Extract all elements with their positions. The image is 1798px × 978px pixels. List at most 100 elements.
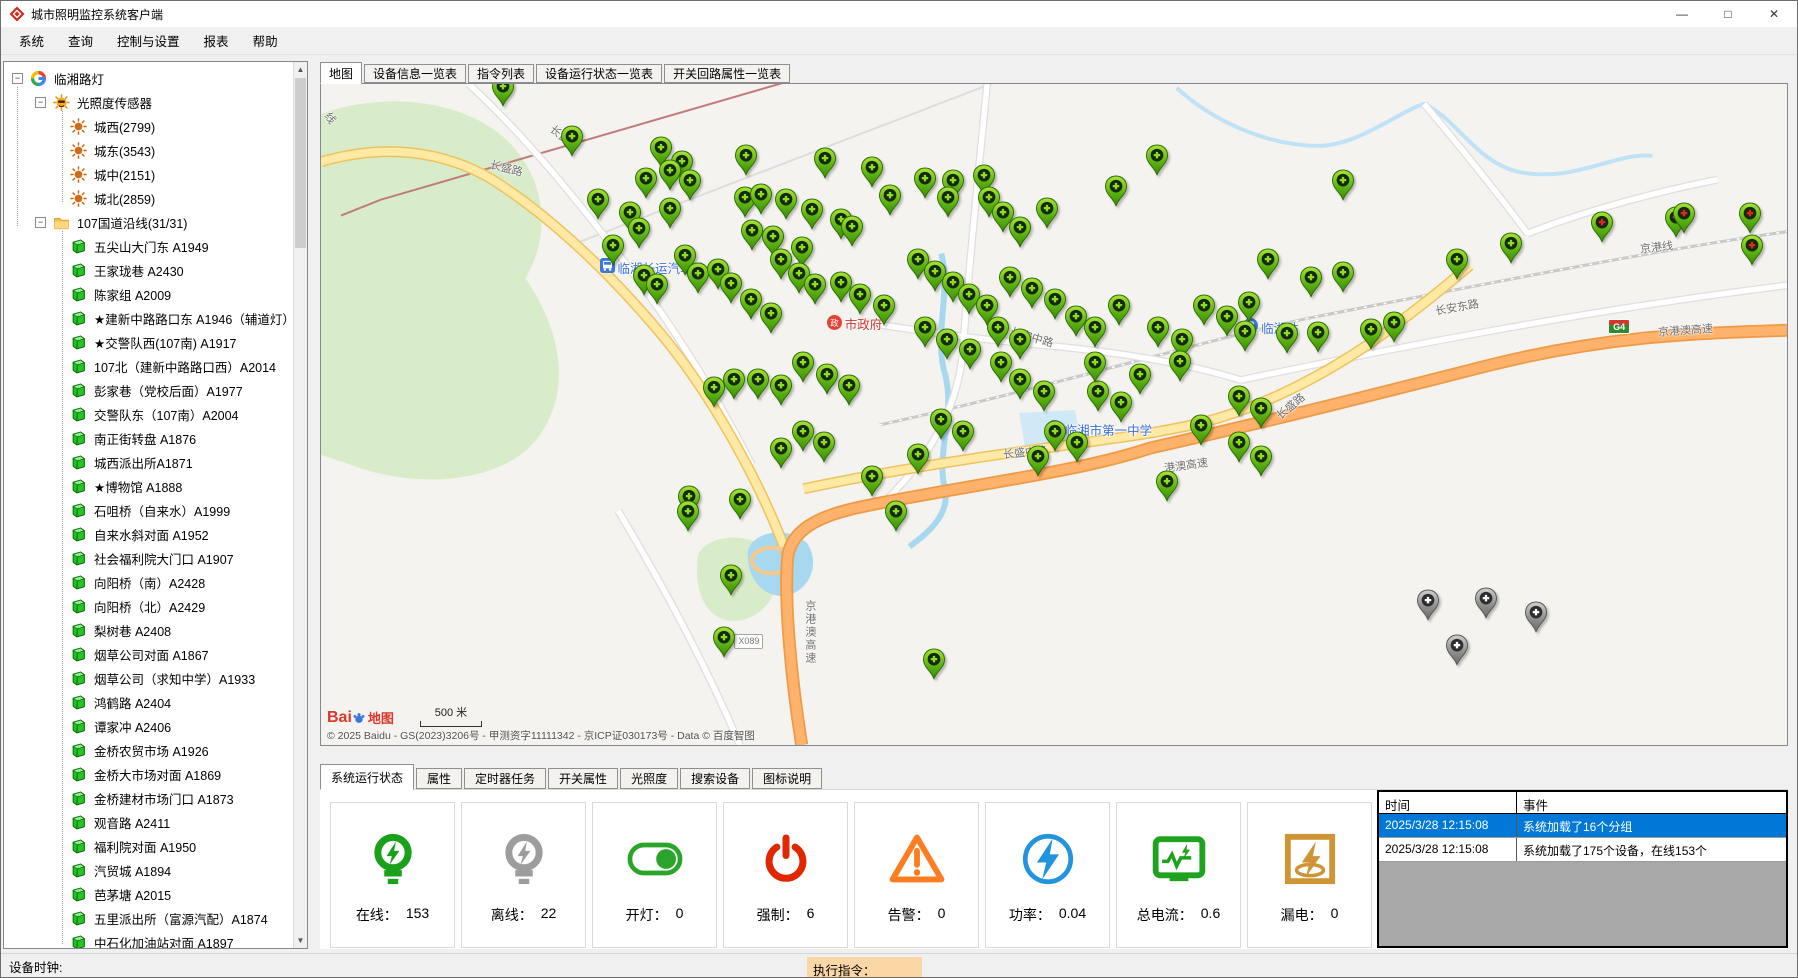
tree-node[interactable]: −107国道沿线(31/31) xyxy=(4,210,293,234)
close-button[interactable]: ✕ xyxy=(1751,1,1797,27)
device-marker-online[interactable] xyxy=(645,273,668,305)
tree-node[interactable]: 谭家冲 A2406 xyxy=(4,714,293,738)
tree-expand-icon[interactable]: − xyxy=(12,73,23,84)
device-marker-online[interactable] xyxy=(1104,175,1127,207)
tree-node[interactable]: 芭茅塘 A2015 xyxy=(4,882,293,906)
tree-node[interactable]: ★建新中路路口东 A1946（辅道灯） xyxy=(4,306,293,330)
device-marker-online[interactable] xyxy=(801,198,824,230)
tree-node[interactable]: 城西(2799) xyxy=(4,114,293,138)
tree-node[interactable]: 中石化加油站对面 A1897 xyxy=(4,930,293,948)
device-marker-online[interactable] xyxy=(1192,294,1215,326)
event-log-row[interactable]: 2025/3/28 12:15:08系统加载了16个分组 xyxy=(1379,814,1786,838)
device-marker-alarm[interactable] xyxy=(1591,211,1614,243)
device-marker-online[interactable] xyxy=(1084,351,1107,383)
device-marker-online[interactable] xyxy=(1145,144,1168,176)
device-marker-online[interactable] xyxy=(1500,232,1523,264)
tab-timer-tasks[interactable]: 定时器任务 xyxy=(464,768,546,789)
device-marker-online[interactable] xyxy=(1155,470,1178,502)
tree-node[interactable]: 福利院对面 A1950 xyxy=(4,834,293,858)
device-marker-online[interactable] xyxy=(1249,444,1272,476)
tree-node[interactable]: 梨树巷 A2408 xyxy=(4,618,293,642)
device-marker-online[interactable] xyxy=(804,273,827,305)
device-marker-online[interactable] xyxy=(729,488,752,520)
tab-properties[interactable]: 属性 xyxy=(416,768,462,789)
device-marker-online[interactable] xyxy=(812,431,835,463)
device-marker-online[interactable] xyxy=(1249,397,1272,429)
device-marker-online[interactable] xyxy=(1233,320,1256,352)
device-marker-online[interactable] xyxy=(1299,266,1322,298)
device-marker-online[interactable] xyxy=(1009,216,1032,248)
menu-system[interactable]: 系统 xyxy=(7,27,56,54)
device-marker-online[interactable] xyxy=(1257,248,1280,280)
device-marker-online[interactable] xyxy=(658,197,681,229)
device-marker-online[interactable] xyxy=(990,351,1013,383)
device-marker-online[interactable] xyxy=(1086,380,1109,412)
tree-node[interactable]: 向阳桥（南）A2428 xyxy=(4,570,293,594)
device-marker-online[interactable] xyxy=(837,374,860,406)
device-marker-online[interactable] xyxy=(1066,431,1089,463)
tree-node[interactable]: 烟草公司（求知中学）A1933 xyxy=(4,666,293,690)
tree-node[interactable]: −光照度传感器 xyxy=(4,90,293,114)
event-log-table[interactable]: 时间 事件 2025/3/28 12:15:08系统加载了16个分组2025/3… xyxy=(1377,790,1788,948)
device-marker-online[interactable] xyxy=(760,302,783,334)
tree-node[interactable]: 自来水斜对面 A1952 xyxy=(4,522,293,546)
device-marker-online[interactable] xyxy=(1107,294,1130,326)
device-marker-online[interactable] xyxy=(930,408,953,440)
device-marker-online[interactable] xyxy=(491,83,514,106)
device-marker-online[interactable] xyxy=(935,328,958,360)
tab-illuminance[interactable]: 光照度 xyxy=(620,768,678,789)
tree-node[interactable]: 金桥大市场对面 A1869 xyxy=(4,762,293,786)
device-marker-offline[interactable] xyxy=(1416,589,1439,621)
tab-switch-loop-properties[interactable]: 开关回路属性一览表 xyxy=(664,64,790,83)
device-marker-alarm[interactable] xyxy=(1673,202,1696,234)
device-marker-online[interactable] xyxy=(713,626,736,658)
event-log-row[interactable]: 2025/3/28 12:15:08系统加载了175个设备，在线153个 xyxy=(1379,838,1786,862)
device-marker-online[interactable] xyxy=(913,316,936,348)
device-marker-online[interactable] xyxy=(1306,321,1329,353)
device-marker-online[interactable] xyxy=(878,184,901,216)
device-marker-online[interactable] xyxy=(1276,322,1299,354)
tree-node[interactable]: 观音路 A2411 xyxy=(4,810,293,834)
tree-node[interactable]: 五里派出所（富源汽配）A1874 xyxy=(4,906,293,930)
tab-device-info-list[interactable]: 设备信息一览表 xyxy=(364,64,466,83)
map-canvas[interactable]: 长盛路长白路线长安中路长安东路长盛中路长盛路港澳高速京港线京港澳高速京港澳高速G… xyxy=(320,83,1788,746)
device-marker-online[interactable] xyxy=(749,183,772,215)
device-marker-online[interactable] xyxy=(1359,318,1382,350)
device-marker-online[interactable] xyxy=(814,146,837,178)
menu-control-settings[interactable]: 控制与设置 xyxy=(105,27,192,54)
device-marker-online[interactable] xyxy=(770,437,793,469)
tree-node[interactable]: −临湘路灯 xyxy=(4,66,293,90)
device-marker-online[interactable] xyxy=(1331,169,1354,201)
menu-report[interactable]: 报表 xyxy=(192,27,241,54)
minimize-button[interactable]: — xyxy=(1659,1,1705,27)
tree-expand-icon[interactable]: − xyxy=(35,97,46,108)
device-marker-offline[interactable] xyxy=(1525,601,1548,633)
scroll-up-icon[interactable]: ▲ xyxy=(294,62,307,77)
tree-node[interactable]: 王家珑巷 A2430 xyxy=(4,258,293,282)
device-marker-online[interactable] xyxy=(1331,261,1354,293)
device-marker-online[interactable] xyxy=(1032,380,1055,412)
tree-node[interactable]: 交警队东（107南）A2004 xyxy=(4,402,293,426)
device-marker-online[interactable] xyxy=(601,234,624,266)
device-marker-online[interactable] xyxy=(1026,444,1049,476)
tree-node[interactable]: 汽贸城 A1894 xyxy=(4,858,293,882)
device-marker-online[interactable] xyxy=(913,167,936,199)
device-marker-online[interactable] xyxy=(1383,311,1406,343)
device-marker-online[interactable] xyxy=(735,144,758,176)
tree-expand-icon[interactable]: − xyxy=(35,217,46,228)
device-marker-online[interactable] xyxy=(723,368,746,400)
device-marker-online[interactable] xyxy=(587,187,610,219)
scroll-thumb[interactable] xyxy=(295,78,306,248)
device-marker-online[interactable] xyxy=(635,167,658,199)
device-marker-online[interactable] xyxy=(774,187,797,219)
device-marker-alarm[interactable] xyxy=(1740,234,1763,266)
tab-map[interactable]: 地图 xyxy=(320,62,362,84)
device-marker-online[interactable] xyxy=(937,185,960,217)
tree-node[interactable]: 南正街转盘 A1876 xyxy=(4,426,293,450)
tree-node[interactable]: 金桥农贸市场 A1926 xyxy=(4,738,293,762)
device-marker-alarm[interactable] xyxy=(1739,202,1762,234)
device-marker-online[interactable] xyxy=(1446,248,1469,280)
device-marker-online[interactable] xyxy=(861,156,884,188)
device-marker-online[interactable] xyxy=(1129,363,1152,395)
device-marker-online[interactable] xyxy=(1035,197,1058,229)
